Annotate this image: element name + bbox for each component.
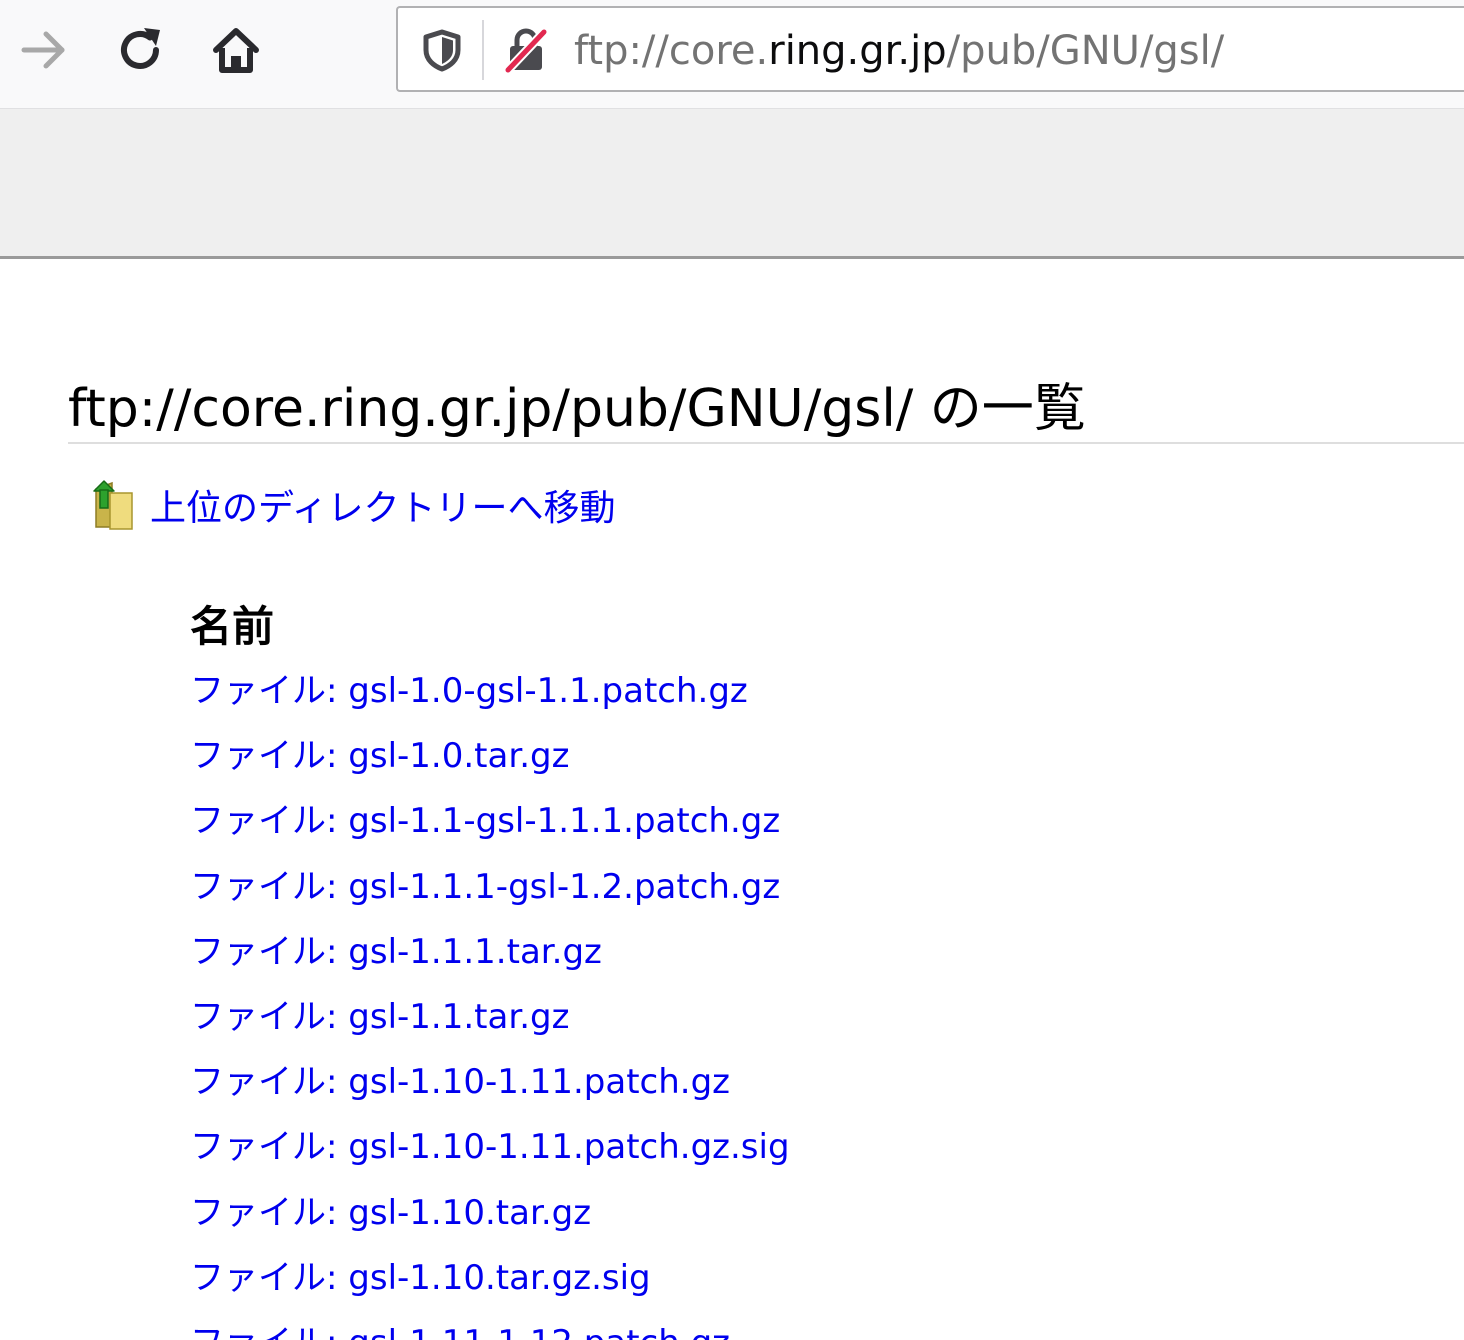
up-directory-link[interactable]: 上位のディレクトリーへ移動 [150,479,615,531]
folder-up-icon [93,480,133,530]
file-prefix: ファイル: [190,866,338,907]
home-button[interactable] [204,18,268,82]
file-prefix: ファイル: [190,1257,338,1298]
file-link[interactable]: ファイル: gsl-1.10.tar.gz [190,1193,591,1233]
url-prefix: ftp://core. [574,28,769,74]
file-link[interactable]: ファイル: gsl-1.0.tar.gz [190,736,569,776]
browser-toolbar: ftp://core.ring.gr.jp/pub/GNU/gsl/ [0,0,1464,109]
file-row: ファイル: gsl-1.10.tar.gz.sig [190,1254,790,1319]
file-prefix: ファイル: [190,931,338,972]
file-link[interactable]: ファイル: gsl-1.1.1-gsl-1.2.patch.gz [190,867,780,907]
file-row: ファイル: gsl-1.10-1.11.patch.gz.sig [190,1123,790,1188]
tracking-protection-button[interactable] [418,26,466,74]
page-title: ftp://core.ring.gr.jp/pub/GNU/gsl/ の一覧 [68,379,1086,439]
file-row: ファイル: gsl-1.1-gsl-1.1.1.patch.gz [190,797,790,862]
file-list: ファイル: gsl-1.0-gsl-1.1.patch.gz ファイル: gsl-… [190,667,790,1340]
file-row: ファイル: gsl-1.1.1.tar.gz [190,928,790,993]
address-bar[interactable]: ftp://core.ring.gr.jp/pub/GNU/gsl/ [396,6,1464,92]
column-header-name[interactable]: 名前 [190,593,274,654]
file-link[interactable]: ファイル: gsl-1.1-gsl-1.1.1.patch.gz [190,801,780,841]
reload-icon [121,28,160,69]
file-name: gsl-1.10.tar.gz.sig [348,1257,651,1298]
page-content: ftp://core.ring.gr.jp/pub/GNU/gsl/ の一覧 上… [0,259,1464,1340]
file-name: gsl-1.1-gsl-1.1.1.patch.gz [348,801,781,842]
file-link[interactable]: ファイル: gsl-1.1.tar.gz [190,997,569,1037]
bookmarks-strip [0,109,1464,259]
file-name: gsl-1.11-1.12.patch.gz [348,1323,730,1340]
file-row: ファイル: gsl-1.1.tar.gz [190,993,790,1058]
file-link[interactable]: ファイル: gsl-1.0-gsl-1.1.patch.gz [190,671,748,711]
url-path: /pub/GNU/gsl/ [946,28,1225,74]
url-text[interactable]: ftp://core.ring.gr.jp/pub/GNU/gsl/ [574,27,1224,75]
reload-button[interactable] [108,18,172,82]
file-link[interactable]: ファイル: gsl-1.10-1.11.patch.gz.sig [190,1127,790,1167]
file-name: gsl-1.0.tar.gz [348,736,570,777]
url-host: ring.gr.jp [768,28,947,74]
file-prefix: ファイル: [190,1062,338,1103]
forward-button[interactable] [12,18,76,82]
file-prefix: ファイル: [190,996,338,1037]
file-prefix: ファイル: [190,736,338,777]
insecure-lock-icon [503,27,549,74]
file-name: gsl-1.1.1-gsl-1.2.patch.gz [348,866,781,907]
file-name: gsl-1.0-gsl-1.1.patch.gz [348,671,748,711]
shield-icon [423,29,461,72]
file-name: gsl-1.1.tar.gz [348,996,570,1037]
file-row: ファイル: gsl-1.10.tar.gz [190,1189,790,1254]
file-prefix: ファイル: [190,671,338,711]
urlbar-separator [482,20,484,80]
title-divider [68,442,1464,444]
file-row: ファイル: gsl-1.1.1-gsl-1.2.patch.gz [190,863,790,928]
file-row: ファイル: gsl-1.0-gsl-1.1.patch.gz [190,667,790,732]
file-link[interactable]: ファイル: gsl-1.10-1.11.patch.gz [190,1062,730,1102]
arrow-right-icon [21,31,65,69]
file-name: gsl-1.10-1.11.patch.gz [348,1062,731,1103]
home-icon [213,28,259,73]
site-identity-button[interactable] [502,26,550,74]
up-directory-row: 上位のディレクトリーへ移動 [90,479,615,531]
file-name: gsl-1.10-1.11.patch.gz.sig [348,1127,790,1168]
file-name: gsl-1.1.1.tar.gz [348,931,602,972]
file-link[interactable]: ファイル: gsl-1.1.1.tar.gz [190,932,602,972]
file-prefix: ファイル: [190,801,338,842]
file-link[interactable]: ファイル: gsl-1.10.tar.gz.sig [190,1258,651,1298]
file-prefix: ファイル: [190,1323,337,1340]
file-prefix: ファイル: [190,1127,338,1168]
file-row: ファイル: gsl-1.0.tar.gz [190,732,790,797]
file-row: ファイル: gsl-1.11-1.12.patch.gz [190,1319,790,1340]
file-row: ファイル: gsl-1.10-1.11.patch.gz [190,1058,790,1123]
file-link[interactable]: ファイル: gsl-1.11-1.12.patch.gz [190,1323,730,1340]
file-prefix: ファイル: [190,1192,338,1233]
file-name: gsl-1.10.tar.gz [348,1192,592,1233]
